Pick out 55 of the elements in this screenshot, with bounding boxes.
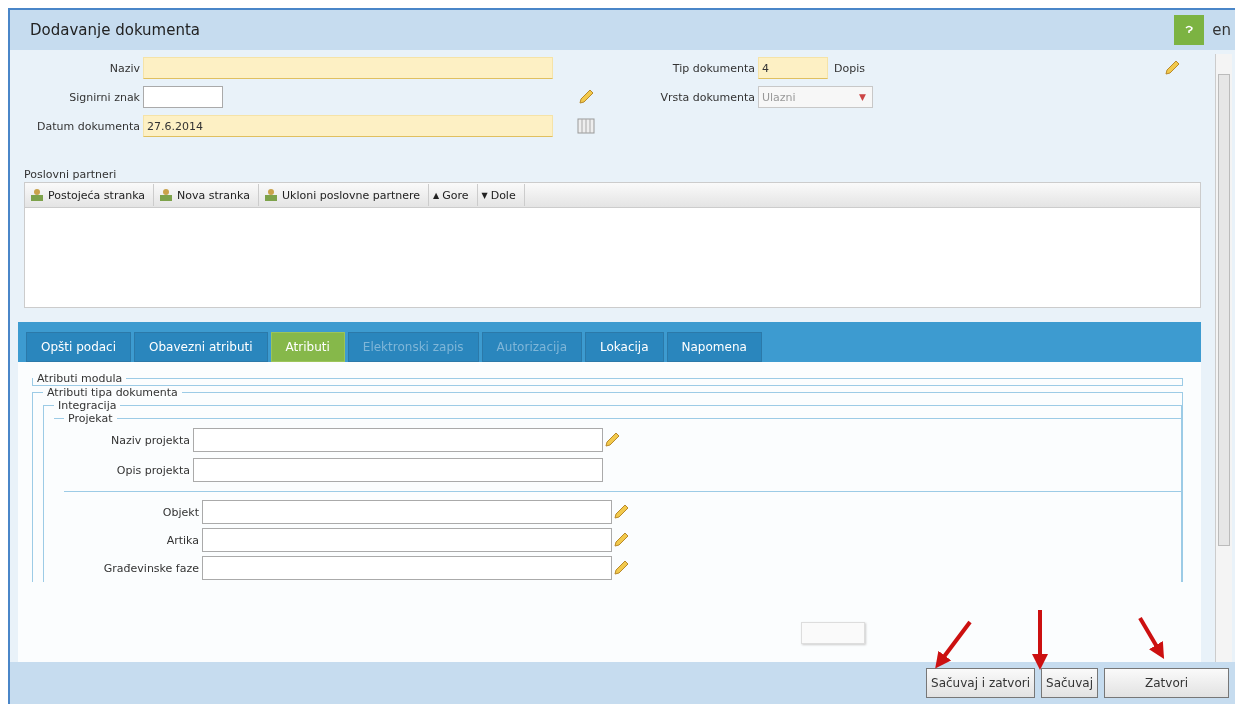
input-field[interactable] xyxy=(202,528,612,552)
pencil-icon[interactable] xyxy=(612,559,630,577)
tab[interactable]: Opšti podaci xyxy=(26,332,132,362)
input-field[interactable]: 4 xyxy=(758,57,828,79)
dialog-button[interactable]: Sačuvaj i zatvori xyxy=(926,668,1036,698)
help-button[interactable] xyxy=(1174,15,1205,45)
language-label[interactable]: en xyxy=(1212,21,1231,39)
dropdown-value: Ulazni xyxy=(762,90,796,104)
section-title[interactable]: Integracija xyxy=(54,399,121,412)
section-title[interactable]: Projekat xyxy=(64,412,117,425)
input-field[interactable] xyxy=(193,458,603,482)
people-icon xyxy=(158,188,175,202)
tab[interactable]: Lokacija xyxy=(585,332,664,362)
people-icon xyxy=(29,188,45,202)
toolbar-button[interactable]: Ukloni poslovne partnere xyxy=(258,184,430,206)
pencil-icon[interactable] xyxy=(612,531,630,549)
section-title[interactable]: Atributi tipa dokumenta xyxy=(43,386,182,399)
toolbar-button[interactable]: Nova stranka xyxy=(154,184,259,206)
triangle-icon: ▼ xyxy=(481,190,488,200)
section-title[interactable]: Atributi modula xyxy=(33,372,127,385)
faded-button[interactable] xyxy=(801,622,865,644)
calendar-icon[interactable] xyxy=(577,118,595,134)
field-label: Naziv projekta xyxy=(109,433,191,447)
field-label: Naziv xyxy=(108,61,141,75)
tab[interactable]: Napomena xyxy=(666,332,762,362)
field-label: Tip dokumenta xyxy=(671,61,756,75)
tab[interactable]: Obavezni atributi xyxy=(134,332,268,362)
toolbar-button[interactable]: ▲ Gore xyxy=(429,184,478,206)
input-field[interactable] xyxy=(193,428,603,452)
triangle-icon: ▲ xyxy=(433,190,440,200)
section-label: Poslovni partneri xyxy=(24,168,118,182)
field-label: Građevinske faze xyxy=(102,561,200,575)
field-label: Opis projekta xyxy=(115,463,191,477)
field-label: Objekt xyxy=(161,505,200,519)
pencil-icon[interactable] xyxy=(612,503,630,521)
field-label: Artika xyxy=(165,533,200,547)
pencil-icon[interactable] xyxy=(577,88,595,106)
window-title: Dodavanje dokumenta xyxy=(30,21,202,39)
scrollbar[interactable] xyxy=(1215,54,1232,662)
people-icon xyxy=(262,188,279,202)
field-label: Datum dokumenta xyxy=(36,119,141,133)
pencil-icon[interactable] xyxy=(603,431,621,449)
dialog-button[interactable]: Zatvori xyxy=(1104,668,1229,698)
input-field[interactable]: 27.6.2014 xyxy=(143,115,553,137)
input-field[interactable] xyxy=(143,86,223,108)
document-type-name: Dopis xyxy=(834,61,865,75)
input-field[interactable] xyxy=(202,500,612,524)
field-label: Vrsta dokumenta xyxy=(659,90,756,104)
pencil-icon[interactable] xyxy=(1163,59,1181,77)
toolbar-button[interactable]: ▼ Dole xyxy=(477,184,525,206)
question-mark-icon xyxy=(1184,25,1195,35)
field-label: Signirni znak xyxy=(68,90,141,104)
dialog-button[interactable]: Sačuvaj xyxy=(1041,668,1098,698)
input-field[interactable] xyxy=(202,556,612,580)
toolbar-button[interactable]: Postojeća stranka xyxy=(25,184,155,206)
